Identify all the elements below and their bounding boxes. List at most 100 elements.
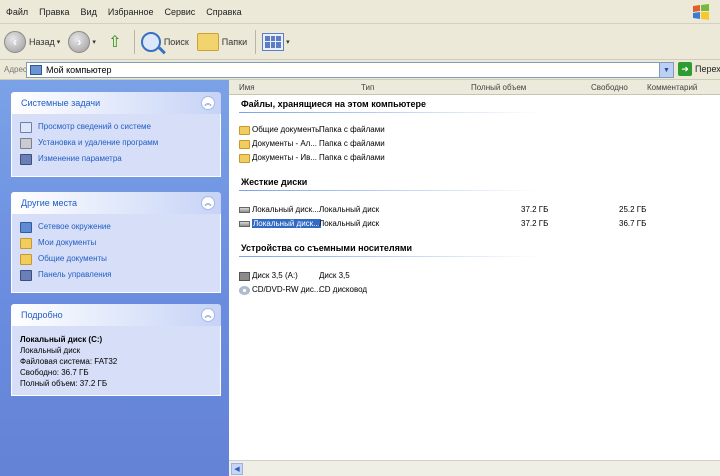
list-item[interactable]: Диск 3,5 (A:) Диск 3,5 bbox=[239, 270, 350, 282]
place-network[interactable]: Сетевое окружение bbox=[20, 222, 214, 233]
item-type: Локальный диск bbox=[319, 219, 380, 228]
list-item[interactable]: Общие документы Папка с файлами bbox=[239, 124, 385, 136]
item-free: 36.7 ГБ bbox=[619, 219, 647, 228]
address-value: Мой компьютер bbox=[46, 65, 112, 75]
list-item[interactable]: Локальный диск... Локальный диск 37.2 ГБ… bbox=[239, 204, 646, 216]
place-shared-documents[interactable]: Общие документы bbox=[20, 254, 214, 265]
address-dropdown-button[interactable]: ▼ bbox=[659, 63, 673, 77]
control-panel-icon bbox=[20, 154, 32, 165]
folders-icon bbox=[196, 32, 219, 51]
file-list: Имя Тип Полный объем Свободно Комментари… bbox=[229, 80, 720, 476]
task-add-remove-programs[interactable]: Установка и удаление программ bbox=[20, 138, 214, 149]
other-places-panel: Другие места ︽ Сетевое окружение Мои док… bbox=[11, 192, 221, 293]
details-header[interactable]: Подробно ︽ bbox=[11, 304, 221, 326]
folders-label: Папки bbox=[221, 36, 248, 47]
go-button[interactable]: ➜ Переход bbox=[678, 62, 720, 76]
network-icon bbox=[20, 222, 32, 233]
up-button[interactable]: ⇧ bbox=[104, 31, 126, 53]
folder-icon bbox=[239, 125, 250, 135]
list-item[interactable]: CD/DVD-RW дис... CD дисковод bbox=[239, 284, 367, 296]
item-type: CD дисковод bbox=[319, 285, 368, 294]
menu-favorites[interactable]: Избранное bbox=[108, 7, 154, 17]
item-type: Локальный диск bbox=[319, 205, 380, 214]
views-button[interactable]: ▾ bbox=[262, 32, 290, 51]
group-divider bbox=[239, 112, 539, 113]
chevron-down-icon: ▾ bbox=[56, 38, 61, 46]
search-label: Поиск bbox=[163, 36, 189, 47]
toolbar-divider bbox=[133, 29, 135, 54]
task-label: Просмотр сведений о системе bbox=[38, 122, 151, 131]
item-name: Документы - Ал... bbox=[252, 139, 318, 148]
item-total: 37.2 ГБ bbox=[521, 205, 549, 214]
windows-logo-icon bbox=[693, 4, 709, 20]
search-button[interactable]: Поиск bbox=[140, 31, 189, 52]
address-bar: Адрес: Мой компьютер ▼ ➜ Переход bbox=[0, 60, 720, 80]
folders-button[interactable]: Папки bbox=[196, 32, 248, 51]
toolbar-divider bbox=[255, 29, 257, 54]
column-free[interactable]: Свободно bbox=[591, 83, 628, 92]
scroll-left-icon[interactable]: ◀ bbox=[231, 463, 243, 475]
menu-file[interactable]: Файл bbox=[6, 7, 28, 17]
group-hard-disks: Жесткие диски bbox=[241, 177, 308, 187]
system-tasks-body: Просмотр сведений о системе Установка и … bbox=[11, 114, 221, 177]
panel-title: Другие места bbox=[21, 198, 78, 208]
details-panel: Подробно ︽ Локальный диск (C:) Локальный… bbox=[11, 304, 221, 396]
programs-icon bbox=[20, 138, 32, 149]
task-change-setting[interactable]: Изменение параметра bbox=[20, 154, 214, 165]
group-removable: Устройства со съемными носителями bbox=[241, 243, 413, 253]
place-label: Мои документы bbox=[38, 238, 97, 247]
go-arrow-icon: ➜ bbox=[678, 62, 692, 76]
forward-button[interactable]: › ▾ bbox=[68, 30, 96, 53]
column-type[interactable]: Тип bbox=[361, 83, 374, 92]
task-pane: Системные задачи ︽ Просмотр сведений о с… bbox=[0, 80, 229, 476]
other-places-header[interactable]: Другие места ︽ bbox=[11, 192, 221, 214]
panel-title: Подробно bbox=[21, 310, 63, 320]
menu-tools[interactable]: Сервис bbox=[164, 7, 195, 17]
column-name[interactable]: Имя bbox=[239, 83, 255, 92]
place-label: Сетевое окружение bbox=[38, 222, 111, 231]
drive-icon bbox=[239, 207, 250, 213]
chevron-down-icon: ▾ bbox=[286, 38, 290, 46]
menu-edit[interactable]: Правка bbox=[39, 7, 69, 17]
back-button[interactable]: ‹ Назад ▾ bbox=[4, 30, 61, 53]
collapse-icon[interactable]: ︽ bbox=[201, 196, 215, 210]
item-name: Диск 3,5 (A:) bbox=[252, 271, 298, 280]
place-control-panel[interactable]: Панель управления bbox=[20, 270, 214, 281]
collapse-icon[interactable]: ︽ bbox=[201, 308, 215, 322]
cd-icon bbox=[239, 285, 250, 295]
item-free: 25.2 ГБ bbox=[619, 205, 647, 214]
address-input[interactable]: Мой компьютер ▼ bbox=[26, 62, 674, 78]
list-item[interactable]: Документы - Ал... Папка с файлами bbox=[239, 138, 385, 150]
floppy-icon bbox=[239, 271, 250, 281]
system-tasks-header[interactable]: Системные задачи ︽ bbox=[11, 92, 221, 114]
task-label: Установка и удаление программ bbox=[38, 138, 159, 147]
list-item-selected[interactable]: Локальный диск... Локальный диск 37.2 ГБ… bbox=[239, 218, 646, 230]
up-folder-icon: ⇧ bbox=[108, 33, 122, 51]
go-label: Переход bbox=[695, 64, 720, 74]
item-name: Документы - Ив... bbox=[252, 153, 318, 162]
item-name: CD/DVD-RW дис... bbox=[252, 285, 321, 294]
other-places-body: Сетевое окружение Мои документы Общие до… bbox=[11, 214, 221, 293]
item-total: 37.2 ГБ bbox=[521, 219, 549, 228]
chevron-down-icon: ▾ bbox=[92, 38, 96, 46]
search-icon bbox=[140, 31, 161, 52]
control-panel-icon bbox=[20, 270, 32, 281]
system-tasks-panel: Системные задачи ︽ Просмотр сведений о с… bbox=[11, 92, 221, 177]
menu-view[interactable]: Вид bbox=[81, 7, 97, 17]
place-my-documents[interactable]: Мои документы bbox=[20, 238, 214, 249]
details-total: Полный объем: 37.2 ГБ bbox=[20, 379, 108, 388]
column-total[interactable]: Полный объем bbox=[471, 83, 526, 92]
list-item[interactable]: Документы - Ив... Папка с файлами bbox=[239, 152, 385, 164]
menu-help[interactable]: Справка bbox=[206, 7, 241, 17]
folder-icon bbox=[239, 153, 250, 163]
computer-icon bbox=[30, 65, 42, 75]
folder-icon bbox=[20, 238, 32, 249]
toolbar: ‹ Назад ▾ › ▾ ⇧ Поиск Папки ▾ bbox=[0, 24, 720, 60]
item-name: Общие документы bbox=[252, 125, 321, 134]
horizontal-scrollbar[interactable]: ◀ bbox=[229, 460, 720, 476]
task-system-info[interactable]: Просмотр сведений о системе bbox=[20, 122, 214, 133]
back-label: Назад bbox=[29, 36, 55, 47]
collapse-icon[interactable]: ︽ bbox=[201, 96, 215, 110]
details-body: Локальный диск (C:) Локальный диск Файло… bbox=[11, 326, 221, 396]
column-comment[interactable]: Комментарий bbox=[647, 83, 697, 92]
